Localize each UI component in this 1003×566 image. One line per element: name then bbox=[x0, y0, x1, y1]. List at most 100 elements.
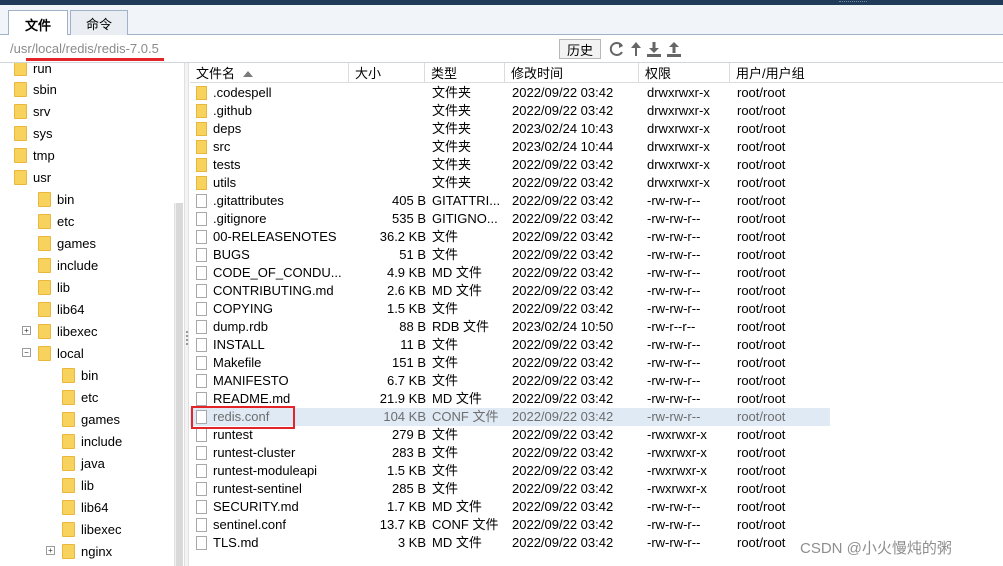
file-row[interactable]: deps 文件夹 2023/02/24 10:43 drwxrwxr-x root/ro… bbox=[190, 120, 830, 138]
tree-item-usr-lib[interactable]: lib bbox=[38, 276, 70, 298]
tree-item-tmp[interactable]: tmp bbox=[14, 144, 55, 166]
folder-icon bbox=[196, 158, 207, 172]
file-row[interactable]: INSTALL 11 B 文件 2022/09/22 03:42 -rw-rw-r-- r… bbox=[190, 336, 830, 354]
file-modified-time: 2022/09/22 03:42 bbox=[512, 373, 614, 388]
file-name: src bbox=[213, 139, 231, 154]
file-row[interactable]: SECURITY.md 1.7 KB MD 文件 2022/09/22 03:42 -r… bbox=[190, 498, 830, 516]
expand-icon[interactable]: + bbox=[22, 326, 31, 335]
download-icon[interactable] bbox=[646, 40, 662, 58]
file-row[interactable]: MANIFESTO 6.7 KB 文件 2022/09/22 03:42 -rw-rw-… bbox=[190, 372, 830, 390]
file-row[interactable]: BUGS 51 B 文件 2022/09/22 03:42 -rw-rw-r-- root… bbox=[190, 246, 830, 264]
file-row[interactable]: runtest-sentinel 285 B 文件 2022/09/22 03:42 -… bbox=[190, 480, 830, 498]
splitter-grip bbox=[186, 331, 188, 345]
file-row[interactable]: COPYING 1.5 KB 文件 2022/09/22 03:42 -rw-rw-r-… bbox=[190, 300, 830, 318]
file-row[interactable]: .gitattributes 405 B GITATTRI... 2022/09/22… bbox=[190, 192, 830, 210]
tree-item-local-lib[interactable]: lib bbox=[62, 474, 94, 496]
folder-icon bbox=[62, 521, 75, 537]
column-size[interactable]: 大小 bbox=[349, 63, 425, 83]
file-size: 13.7 KB bbox=[379, 517, 426, 532]
file-permissions: -rwxrwxr-x bbox=[647, 463, 707, 478]
tree-item-local-bin[interactable]: bin bbox=[62, 364, 98, 386]
tree-item-usr-lib64[interactable]: lib64 bbox=[38, 298, 84, 320]
pane-splitter[interactable] bbox=[184, 63, 189, 566]
tree-scrollbar-thumb[interactable] bbox=[176, 203, 183, 566]
file-size: 21.9 KB bbox=[379, 391, 426, 406]
tab-files[interactable]: 文件 bbox=[8, 10, 68, 37]
file-row[interactable]: .codespell 文件夹 2022/09/22 03:42 drwxrwxr-x r… bbox=[190, 84, 830, 102]
collapse-icon[interactable]: − bbox=[22, 348, 31, 357]
tree-scrollbar[interactable] bbox=[174, 203, 183, 566]
file-owner: root/root bbox=[737, 85, 786, 100]
column-type[interactable]: 类型 bbox=[425, 63, 505, 83]
tree-item-usr-local[interactable]: local bbox=[38, 342, 84, 364]
column-name[interactable]: 文件名 bbox=[190, 63, 349, 83]
file-row[interactable]: runtest-moduleapi 1.5 KB 文件 2022/09/22 03:4… bbox=[190, 462, 830, 480]
tree-item-usr-libexec[interactable]: libexec bbox=[38, 320, 97, 342]
file-row[interactable]: CONTRIBUTING.md 2.6 KB MD 文件 2022/09/22 03:… bbox=[190, 282, 830, 300]
file-icon bbox=[196, 464, 207, 478]
column-permissions[interactable]: 权限 bbox=[639, 63, 730, 83]
tree-item-usr-bin[interactable]: bin bbox=[38, 188, 74, 210]
history-button[interactable]: 历史 bbox=[559, 39, 601, 59]
tree-item-local-java[interactable]: java bbox=[62, 452, 105, 474]
file-owner: root/root bbox=[737, 481, 786, 496]
file-row[interactable]: TLS.md 3 KB MD 文件 2022/09/22 03:42 -rw-rw-r-… bbox=[190, 534, 830, 552]
folder-icon bbox=[38, 345, 51, 361]
tab-commands[interactable]: 命令 bbox=[70, 10, 128, 36]
file-row[interactable]: Makefile 151 B 文件 2022/09/22 03:42 -rw-rw-r-… bbox=[190, 354, 830, 372]
file-row[interactable]: 00-RELEASENOTES 36.2 KB 文件 2022/09/22 03:42… bbox=[190, 228, 830, 246]
upload-icon[interactable] bbox=[666, 40, 682, 58]
folder-icon bbox=[196, 122, 207, 136]
file-type: 文件 bbox=[432, 481, 459, 496]
expand-icon[interactable]: + bbox=[46, 546, 55, 555]
tree-item-sbin[interactable]: sbin bbox=[14, 78, 57, 100]
file-row[interactable]: tests 文件夹 2022/09/22 03:42 drwxrwxr-x root/r… bbox=[190, 156, 830, 174]
file-row[interactable]: .gitignore 535 B GITIGNO... 2022/09/22 03:4… bbox=[190, 210, 830, 228]
file-type: 文件夹 bbox=[432, 175, 472, 190]
file-row[interactable]: sentinel.conf 13.7 KB CONF 文件 2022/09/22 03… bbox=[190, 516, 830, 534]
refresh-icon[interactable] bbox=[609, 40, 625, 58]
tree-item-local-lib64[interactable]: lib64 bbox=[62, 496, 108, 518]
file-row[interactable]: src 文件夹 2023/02/24 10:44 drwxrwxr-x root/roo… bbox=[190, 138, 830, 156]
column-owner[interactable]: 用户/用户组 bbox=[730, 63, 830, 83]
folder-icon bbox=[62, 411, 75, 427]
file-type: 文件夹 bbox=[432, 121, 472, 136]
file-row[interactable]: runtest-cluster 283 B 文件 2022/09/22 03:42 -r… bbox=[190, 444, 830, 462]
file-name: deps bbox=[213, 121, 242, 136]
folder-icon bbox=[14, 125, 27, 141]
file-row[interactable]: utils 文件夹 2022/09/22 03:42 drwxrwxr-x root/r… bbox=[190, 174, 830, 192]
tree-item-local-include[interactable]: include bbox=[62, 430, 122, 452]
tree-item-sys[interactable]: sys bbox=[14, 122, 53, 144]
tree-item-usr[interactable]: usr bbox=[14, 166, 51, 188]
file-modified-time: 2022/09/22 03:42 bbox=[512, 391, 614, 406]
folder-icon bbox=[196, 140, 207, 154]
file-permissions: drwxrwxr-x bbox=[647, 121, 710, 136]
tree-item-srv[interactable]: srv bbox=[14, 100, 50, 122]
file-name: CODE_OF_CONDU... bbox=[213, 265, 342, 280]
file-permissions: drwxrwxr-x bbox=[647, 139, 710, 154]
file-row[interactable]: dump.rdb 88 B RDB 文件 2023/02/24 10:50 -rw-r-… bbox=[190, 318, 830, 336]
file-icon bbox=[196, 428, 207, 442]
tree-item-usr-games[interactable]: games bbox=[38, 232, 96, 254]
tree-item-local-games[interactable]: games bbox=[62, 408, 120, 430]
file-size bbox=[350, 138, 426, 156]
file-owner: root/root bbox=[737, 103, 786, 118]
tree-item-run[interactable]: run bbox=[14, 63, 52, 79]
tree-item-local-nginx[interactable]: nginx bbox=[62, 540, 112, 562]
file-name: sentinel.conf bbox=[213, 517, 286, 532]
column-modified-time[interactable]: 修改时间 bbox=[505, 63, 639, 83]
tree-item-local-libexec[interactable]: libexec bbox=[62, 518, 121, 540]
tree-item-local-etc[interactable]: etc bbox=[62, 386, 98, 408]
tree-item-usr-etc[interactable]: etc bbox=[38, 210, 74, 232]
file-icon bbox=[196, 338, 207, 352]
file-permissions: drwxrwxr-x bbox=[647, 103, 710, 118]
up-icon[interactable] bbox=[628, 40, 644, 58]
file-row[interactable]: CODE_OF_CONDU... 4.9 KB MD 文件 2022/09/22 03… bbox=[190, 264, 830, 282]
file-icon bbox=[196, 446, 207, 460]
file-row[interactable]: .github 文件夹 2022/09/22 03:42 drwxrwxr-x root… bbox=[190, 102, 830, 120]
folder-icon bbox=[62, 543, 75, 559]
tree-item-usr-include[interactable]: include bbox=[38, 254, 98, 276]
path-input[interactable]: /usr/local/redis/redis-7.0.5 bbox=[10, 41, 159, 56]
file-type: 文件夹 bbox=[432, 157, 472, 172]
file-owner: root/root bbox=[737, 229, 786, 244]
